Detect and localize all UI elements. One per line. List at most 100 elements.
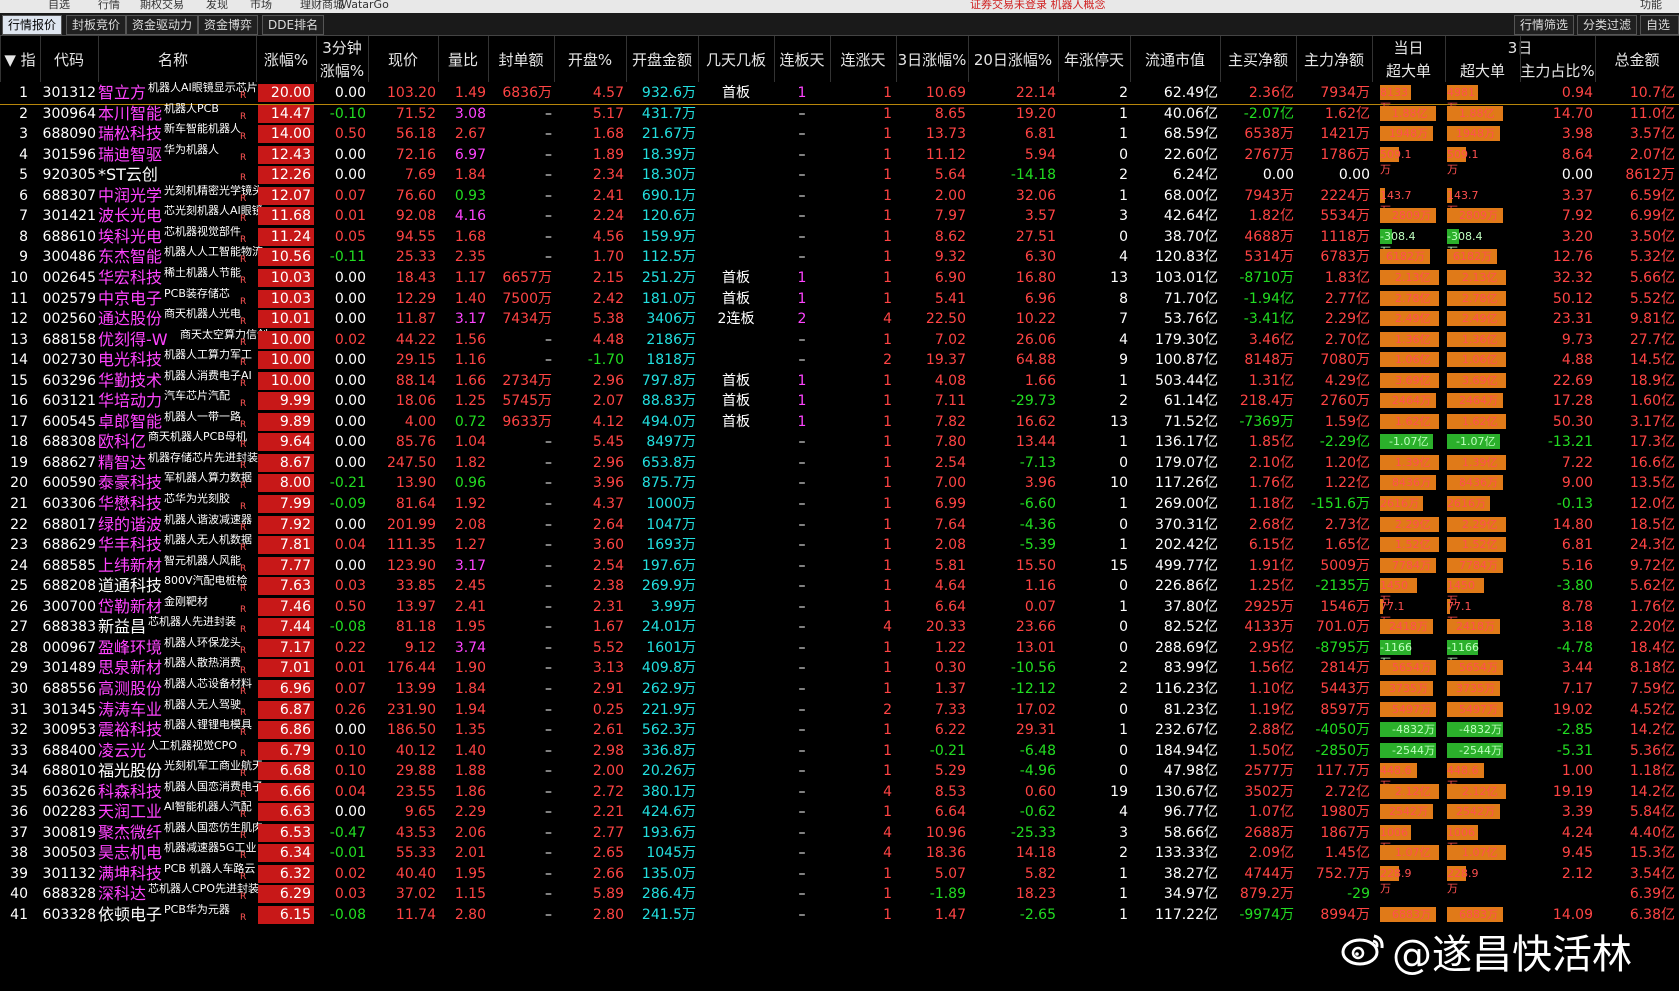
sub-navigation: 行情报价封板竞价资金驱动力资金博弈DDE排名 行情筛选分类过滤自选股 xyxy=(0,13,1679,50)
table-row[interactable]: 12 002560 通达股份 商天机器人光电 R 10.01 0.00 11.87 3.17 74… xyxy=(0,308,1679,330)
header-3day[interactable]: 3日涨幅% xyxy=(896,36,968,82)
tab-right-2[interactable]: 自选股 xyxy=(1640,15,1679,50)
cell-mainnet: -2135万 xyxy=(1315,578,1370,595)
header-20day[interactable]: 20日涨幅% xyxy=(968,36,1058,82)
header-main-buy[interactable]: 主买净额 xyxy=(1220,36,1296,82)
table-row[interactable]: 4 301596 瑞迪智驱 华为机器人 R 12.43 0.00 72.16 6.97–1.89… xyxy=(0,144,1679,176)
table-row[interactable]: 2 300964 本川智能 机器人PCB R 14.47 -0.10 71.52 3.08–5.… xyxy=(0,103,1679,125)
header-3min-bottom[interactable]: 涨幅% xyxy=(316,59,368,82)
table-row[interactable]: 25 688208 道通科技 800V汽配电桩检 R 7.63 0.03 33.85 2.45–… xyxy=(0,575,1679,607)
table-row[interactable]: 23 688629 华丰科技 机器人无人机数据 R 7.81 0.04 111.35 1.27–… xyxy=(0,534,1679,556)
table-row[interactable]: 18 688308 欧科亿 商天机器人PCB母机 R 9.64 0.00 85.76 1.04–… xyxy=(0,431,1679,453)
table-row[interactable]: 6 688307 中润光学 光刻机精密光学镜头 R 12.07 0.07 76.60 0.93–… xyxy=(0,185,1679,217)
table-row[interactable]: 30 688556 高测股份 机器人芯设备材料 R 6.96 0.07 13.99 1.84–2… xyxy=(0,678,1679,700)
tab-left-2[interactable]: 资金驱动力 xyxy=(126,15,199,35)
margin-mark-icon: R xyxy=(240,666,247,677)
table-row[interactable]: 34 688010 福光股份 光刻机军工商业航天 R 6.68 0.10 29.88 1.88–… xyxy=(0,760,1679,792)
header-seal-amount[interactable]: 封单额 xyxy=(488,36,554,82)
header-3day-sub1[interactable]: 超大单 xyxy=(1445,59,1520,82)
table-row[interactable]: 24 688585 上纬新材 智元机器人风能 R 7.77 0.00 123.90 3.17–2… xyxy=(0,555,1679,577)
menu-item-3[interactable]: 发现 xyxy=(206,0,228,11)
tab-left-3[interactable]: 资金博弈 xyxy=(198,15,259,35)
flow-bar-today: 509.1万 xyxy=(1380,146,1412,176)
tab-left-1[interactable]: 封板竞价 xyxy=(66,15,127,35)
cell-mainnet: 8597万 xyxy=(1320,701,1370,718)
table-row[interactable]: 31 301345 涛涛车业 机器人无人驾驶 R 6.87 0.26 231.90 1.94–0… xyxy=(0,699,1679,721)
menu-function[interactable]: 功能 xyxy=(1640,0,1662,11)
table-row[interactable]: 37 300819 聚杰微纤 机器人国恋仿生肌肉 R 6.53 -0.47 43.53 2.06… xyxy=(0,822,1679,854)
flow-bar-label: 2.13亿 xyxy=(1395,270,1431,284)
cell-index: 10 xyxy=(10,269,28,286)
table-row[interactable]: 22 688017 绿的谐波 机器人谐波减速器 R 7.92 0.00 201.99 2.08–… xyxy=(0,514,1679,536)
table-row[interactable]: 33 688400 凌云光 人工机器视觉CPO R 6.79 0.10 40.12 1.40–2… xyxy=(0,740,1679,762)
header-main-net[interactable]: 主力净额 xyxy=(1296,36,1372,82)
header-price[interactable]: 现价 xyxy=(368,36,438,82)
table-row[interactable]: 1 301312 智立方 机器人AI眼镜显示芯片 R 20.00 0.00 103.20 1.4… xyxy=(0,82,1679,114)
table-row[interactable]: 14 002730 电光科技 机器人工算力军工 R 10.00 0.00 29.15 1.16–… xyxy=(0,349,1679,371)
header-index[interactable]: ▼ 指 xyxy=(0,36,40,82)
table-row[interactable]: 38 300503 昊志机电 机器减速器5G工业 R 6.34 -0.01 55.33 2.01… xyxy=(0,842,1679,864)
cell-d3: 13.73 xyxy=(925,126,966,143)
cell-change-pct: 12.07 xyxy=(258,186,314,205)
table-row[interactable]: 13 688158 优刻得-W 商天太空算力信创 R 10.00 0.02 44.22 1.56… xyxy=(0,329,1679,351)
table-row[interactable]: 10 002645 华宏科技 稀土机器人节能 R 10.03 0.00 18.43 1.17 66… xyxy=(0,267,1679,289)
tab-left-4[interactable]: DDE排名 xyxy=(262,15,325,35)
header-open-pct[interactable]: 开盘% xyxy=(554,36,626,82)
table-row[interactable]: 40 688328 深科达 芯机器人CPO先进封装 R 6.29 0.03 37.02 1.15… xyxy=(0,883,1679,905)
tab-right-0[interactable]: 行情筛选 xyxy=(1514,15,1575,35)
table-row[interactable]: 16 603121 华培动力 汽车芯片汽配 R 9.99 0.00 18.06 1.25 5745… xyxy=(0,390,1679,412)
header-name[interactable]: 名称 xyxy=(98,36,248,82)
cell-lb: – xyxy=(798,907,806,923)
table-row[interactable]: 7 301421 波长光电 芯光刻机器人AI眼镜 R 11.68 0.01 92.08 4.16… xyxy=(0,205,1679,227)
header-today-sub[interactable]: 超大单 xyxy=(1372,59,1445,82)
table-row[interactable]: 8 688610 埃科光电 芯机器视觉部件 R 11.24 0.05 94.55 1.68–4.… xyxy=(0,226,1679,258)
table-row[interactable]: 29 301489 思泉新材 机器人散热消费 R 7.01 0.01 176.44 1.90–3… xyxy=(0,657,1679,679)
table-row[interactable]: 26 300700 岱勒新材 金刚靶材 R 7.46 0.50 13.97 2.41–2.31 3… xyxy=(0,596,1679,628)
menu-item-6[interactable]: iWatarGo xyxy=(338,0,389,11)
header-3day-sub2[interactable]: 主力占比% xyxy=(1520,59,1595,82)
table-row[interactable]: 35 603626 科森科技 机器人国恋消费电子 R 6.66 0.04 23.55 1.86–… xyxy=(0,781,1679,803)
table-row[interactable]: 39 301132 满坤科技 PCB 机器人车路云 R 6.32 0.02 40.40 1.95… xyxy=(0,863,1679,895)
table-row[interactable]: 21 603306 华懋科技 芯华为光刻胶 R 7.99 -0.09 81.64 1.92–4.… xyxy=(0,493,1679,515)
cell-total: 1.18亿 xyxy=(1629,763,1675,780)
table-row[interactable]: 27 688383 新益昌 芯机器人先进封装 R 7.44 -0.08 81.18 1.95–1… xyxy=(0,616,1679,638)
header-year-limit[interactable]: 年涨停天 xyxy=(1058,36,1130,82)
header-volume-ratio[interactable]: 量比 xyxy=(438,36,488,82)
header-consecutive-boards[interactable]: 连板天 xyxy=(774,36,830,82)
header-today[interactable]: 当日 xyxy=(1372,36,1445,59)
cell-yr: 2 xyxy=(1119,845,1128,862)
table-row[interactable]: 19 688627 精智达 机器存储芯片先进封装 R 8.67 0.00 247.50 1.82… xyxy=(0,452,1679,474)
header-3min-top[interactable]: 3分钟 xyxy=(316,36,368,59)
cell-d3: 5.07 xyxy=(934,865,966,882)
cell-total: 5.66亿 xyxy=(1629,269,1675,286)
table-row[interactable]: 36 002283 天润工业 AI智能机器人汽配 R 6.63 0.00 9.65 2.29–2… xyxy=(0,801,1679,823)
table-row[interactable]: 17 600545 卓郎智能 机器人一带一路 R 9.89 0.00 4.00 0.72 9633… xyxy=(0,411,1679,433)
cell-name: 优刻得-W xyxy=(98,329,168,349)
header-market-cap[interactable]: 流通市值 xyxy=(1130,36,1220,82)
margin-mark-icon: R xyxy=(240,399,247,410)
table-row[interactable]: 5 920305 *ST云创 R 12.26 0.00 7.69 1.84 – 2.34 18.30… xyxy=(0,164,1679,186)
table-row[interactable]: 28 000967 盈峰环境 机器人环保龙头 R 7.17 0.22 9.12 3.74–5.5… xyxy=(0,637,1679,669)
menu-item-0[interactable]: 自选 xyxy=(48,0,70,11)
tab-right-1[interactable]: 分类过滤 xyxy=(1577,15,1638,35)
header-days-boards[interactable]: 几天几板 xyxy=(698,36,774,82)
tab-left-0[interactable]: 行情报价 xyxy=(2,15,63,35)
menu-item-2[interactable]: 期权交易 xyxy=(140,0,184,11)
table-row[interactable]: 32 300953 震裕科技 机器人锂锂电模具 R 6.86 0.00 186.50 1.35–… xyxy=(0,719,1679,741)
header-consecutive-up[interactable]: 连涨天 xyxy=(830,36,896,82)
header-change[interactable]: 涨幅% xyxy=(256,36,316,82)
header-code[interactable]: 代码 xyxy=(40,36,98,82)
table-row[interactable]: 20 600590 泰豪科技 军机器人算力数据 R 8.00 -0.21 13.90 0.96–… xyxy=(0,472,1679,494)
table-row[interactable]: 9 300486 东杰智能 机器人人工智能物流 R 10.56 -0.11 25.33 2.35… xyxy=(0,246,1679,268)
table-row[interactable]: 11 002579 中京电子 PCB装存储芯 R 10.03 0.00 12.29 1.40 75… xyxy=(0,288,1679,310)
header-total-amount[interactable]: 总金额 xyxy=(1595,36,1679,82)
table-row[interactable]: 15 603296 华勤技术 机器人消费电子AI R 10.00 0.00 88.14 1.66… xyxy=(0,370,1679,392)
flow-bar-today: 1.62亿 xyxy=(1380,413,1439,429)
cell-mcap: 370.31亿 xyxy=(1155,516,1218,533)
table-row[interactable]: 3 688090 瑞松科技 新车智能机器人 R 14.00 0.50 56.18 2.67–1.… xyxy=(0,123,1679,145)
menu-item-4[interactable]: 市场 xyxy=(250,0,272,11)
header-open-amount[interactable]: 开盘金额 xyxy=(626,36,698,82)
cell-change-pct: 10.00 xyxy=(258,371,314,390)
cell-ratio: -13.21 xyxy=(1547,434,1593,451)
menu-item-1[interactable]: 行情 xyxy=(98,0,120,11)
